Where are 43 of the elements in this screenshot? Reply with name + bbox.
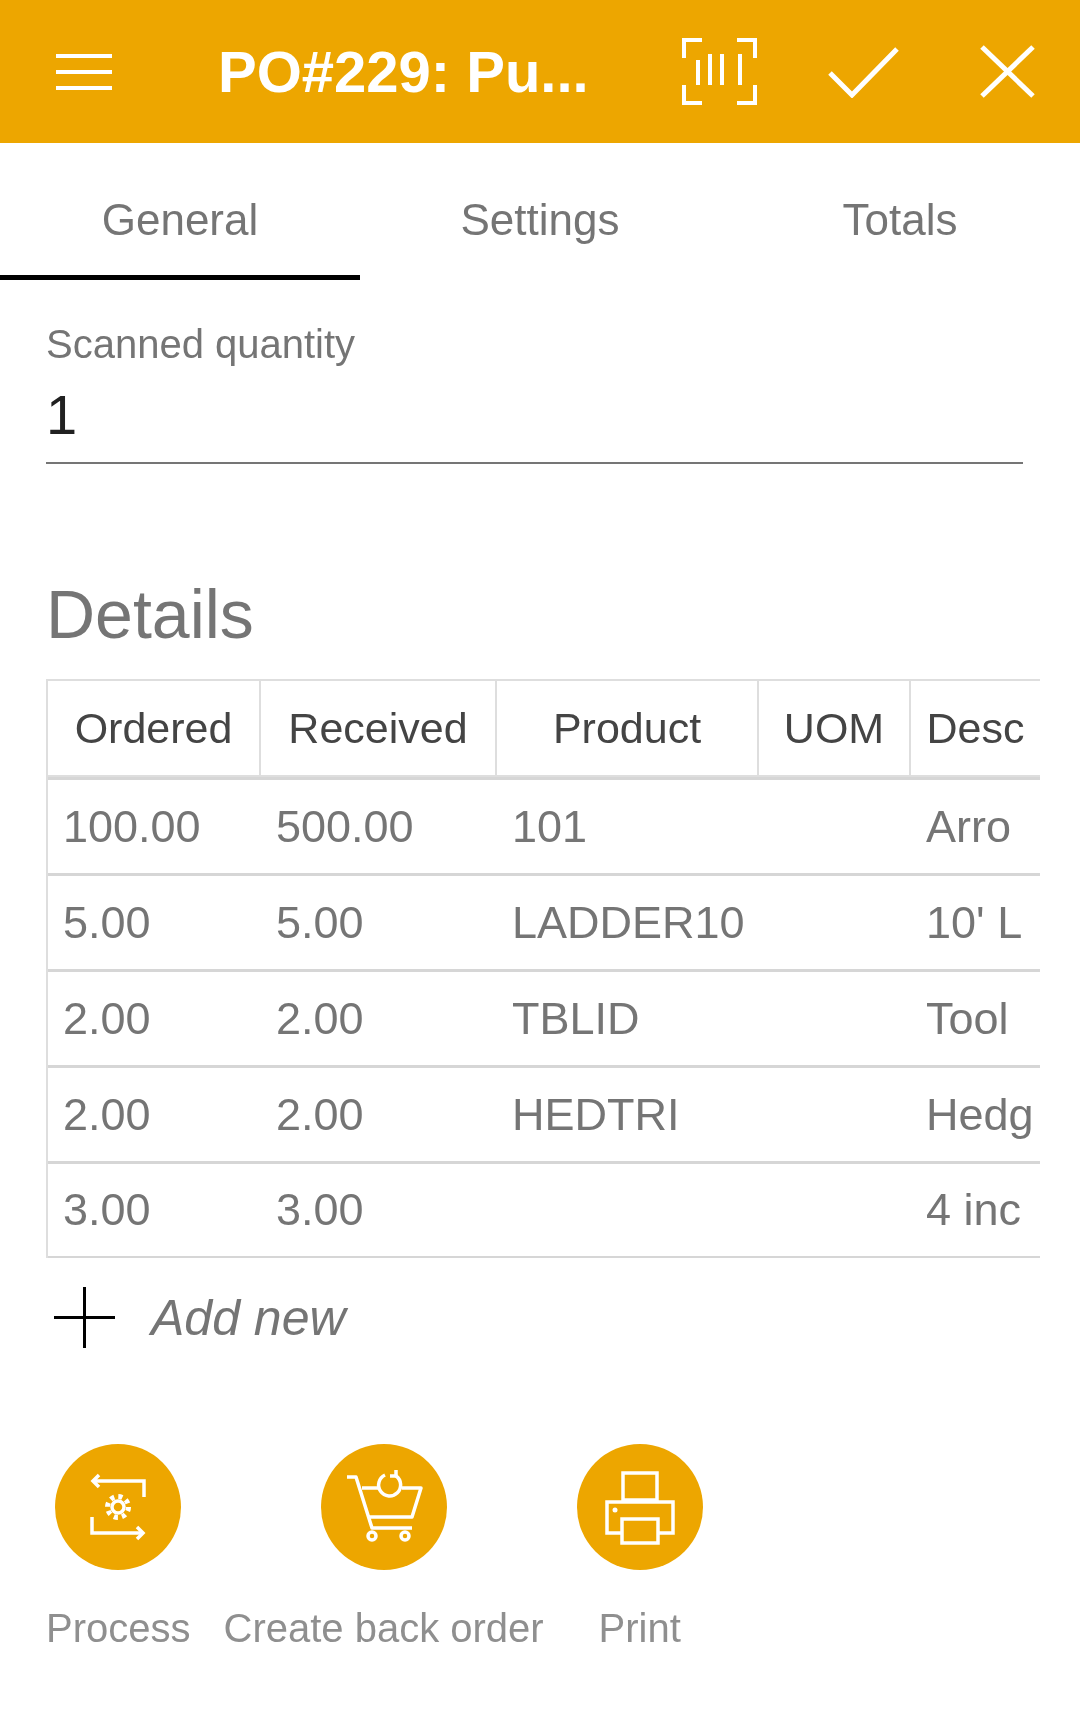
table-cell-text: Hedg	[925, 1087, 1035, 1142]
table-cell-text: 4 inc	[925, 1183, 1023, 1237]
table-cell-text: 100.00	[62, 799, 202, 854]
printer-icon	[576, 1444, 703, 1570]
check-icon[interactable]	[827, 45, 900, 98]
tab[interactable]: Settings	[360, 143, 720, 280]
quantity-field[interactable]: 1	[46, 383, 1023, 464]
add-new-button[interactable]: Add new	[54, 1287, 346, 1348]
tab[interactable]: Totals	[720, 143, 1080, 280]
table-cell-text: Tool	[925, 991, 1010, 1046]
column-header[interactable]: Product	[497, 681, 759, 775]
section-title: Details	[46, 575, 255, 654]
tab[interactable]: General	[0, 143, 360, 280]
table-cell-text: LADDER10	[511, 895, 746, 950]
column-header[interactable]: UOM	[759, 681, 911, 775]
cart-icon	[320, 1444, 447, 1570]
close-icon[interactable]	[979, 44, 1036, 99]
table-cell-text: 2.00	[275, 1087, 365, 1142]
column-header[interactable]: Received	[261, 681, 497, 775]
table-cell-text: 3.00	[275, 1183, 365, 1237]
table-cell-text: 101	[511, 799, 589, 854]
field-label: Scanned quantity	[46, 321, 357, 368]
action-button[interactable]: Process	[46, 1444, 191, 1652]
gear-arrows-icon	[55, 1444, 182, 1570]
column-header[interactable]: Desc	[911, 681, 1040, 775]
menu-icon[interactable]	[56, 53, 112, 90]
table-cell-text: Arro	[925, 799, 1012, 854]
table-cell-text: HEDTRI	[511, 1087, 681, 1142]
app-bar-title: PO#229: Pu...	[218, 37, 590, 106]
table-cell-text: 2.00	[275, 991, 365, 1046]
plus-icon	[54, 1287, 115, 1348]
table-cell-text: 500.00	[275, 799, 415, 854]
column-header[interactable]: Ordered	[48, 681, 261, 775]
action-button[interactable]: Print	[576, 1444, 703, 1652]
table-cell-text: 10' L	[925, 895, 1024, 950]
table-cell-text: 2.00	[62, 1087, 152, 1142]
table-cell-text: 5.00	[275, 895, 365, 950]
table-cell-text: 2.00	[62, 991, 152, 1046]
action-button[interactable]: Create back order	[223, 1444, 544, 1652]
table-cell-text: 5.00	[62, 895, 152, 950]
table-cell-text: 3.00	[62, 1183, 152, 1237]
barcode-icon[interactable]	[682, 38, 757, 105]
table-cell-text: TBLID	[511, 991, 641, 1046]
